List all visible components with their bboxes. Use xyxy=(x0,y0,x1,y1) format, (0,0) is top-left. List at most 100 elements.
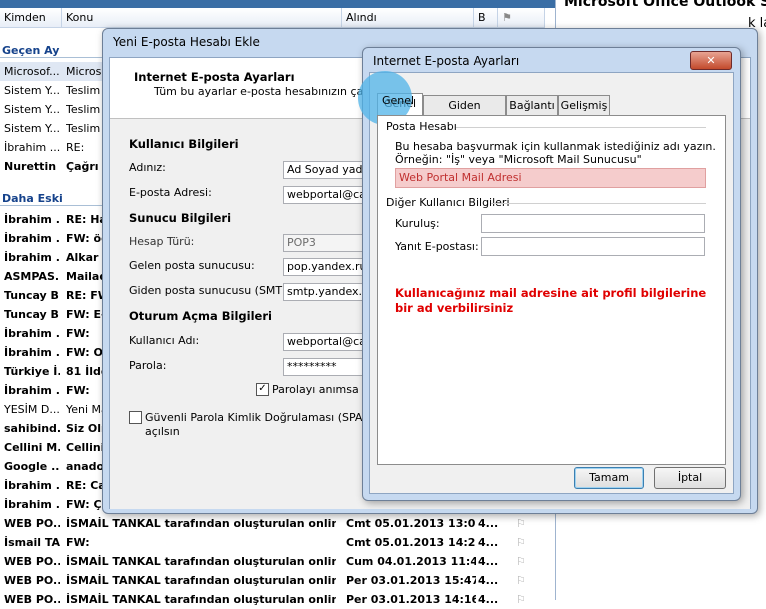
header-title: Internet E-posta Ayarları xyxy=(134,70,295,84)
spa-checkbox[interactable] xyxy=(129,411,142,424)
settings-dialog-title: Internet E-posta Ayarları xyxy=(373,54,520,68)
tab-advanced[interactable]: Gelişmiş xyxy=(558,95,610,115)
tab-connection[interactable]: Bağlantı xyxy=(506,95,558,115)
annotation-note: Kullanıcağınız mail adresine ait profil … xyxy=(395,286,707,315)
username-label: Kullanıcı Adı: xyxy=(129,334,200,347)
mail-list-header-bar xyxy=(0,0,555,8)
mail-sender: Google ... xyxy=(4,460,60,473)
reading-pane-title: Microsoft Office Outlook S xyxy=(564,0,766,10)
mail-date: Cmt 05.01.2013 13:02 xyxy=(346,517,476,530)
flag-icon[interactable]: ⚐ xyxy=(516,514,530,533)
mail-sender: Sistem Y... xyxy=(4,103,60,116)
organization-label: Kuruluş: xyxy=(395,217,440,230)
mail-sender: YESİM D... xyxy=(4,403,60,416)
remember-password-label: Parolayı anımsa xyxy=(272,383,359,396)
logon-info-heading: Oturum Açma Bilgileri xyxy=(129,309,272,323)
flag-icon: ⚑ xyxy=(502,11,512,24)
close-button[interactable]: ✕ xyxy=(690,51,732,70)
mail-size: 4... xyxy=(478,517,498,530)
account-name-field[interactable]: Web Portal Mail Adresi xyxy=(395,168,706,188)
mail-date: Cum 04.01.2013 11:49 xyxy=(346,555,476,568)
username-field[interactable]: webportal@carg xyxy=(283,333,373,351)
mail-sender: Nurettin ... xyxy=(4,160,60,173)
flag-icon[interactable]: ⚐ xyxy=(516,571,530,590)
mail-size: 4... xyxy=(478,574,498,587)
other-user-info-separator xyxy=(491,203,706,204)
reply-email-label: Yanıt E-postası: xyxy=(395,240,479,253)
mail-subject: FW: xyxy=(66,536,90,549)
organization-field[interactable] xyxy=(481,214,705,233)
ok-button[interactable]: Tamam xyxy=(574,467,644,489)
mail-date: Cmt 05.01.2013 14:22 xyxy=(346,536,476,549)
mail-sender: İsmail TA... xyxy=(4,536,60,549)
outgoing-server-label: Giden posta sunucusu (SMTP): xyxy=(129,284,297,297)
name-field[interactable]: Ad Soyad yada xyxy=(283,161,373,179)
mail-sender: WEB PO... xyxy=(4,555,60,568)
instruction-line-1: Bu hesaba başvurmak için kullanmak isted… xyxy=(395,140,716,153)
mail-sender: Sistem Y... xyxy=(4,84,60,97)
tab-outgoing-server[interactable]: Giden Sunucusu xyxy=(423,95,506,131)
incoming-server-label: Gelen posta sunucusu: xyxy=(129,259,255,272)
dialog-title: Yeni E-posta Hesabı Ekle xyxy=(113,35,260,49)
mail-sender: Cellini M... xyxy=(4,441,60,454)
mail-row[interactable]: WEB PO... İSMAİL TANKAL tarafından oluştu… xyxy=(0,552,545,571)
email-label: E-posta Adresi: xyxy=(129,186,212,199)
mail-sender: İbrahim ... xyxy=(4,251,60,264)
internet-email-settings-dialog: Internet E-posta Ayarları ✕ Genel Giden … xyxy=(358,47,741,501)
instruction-line-2: Örneğin: "İş" veya "Microsoft Mail Sunuc… xyxy=(395,153,642,166)
mail-sender: Tuncay B... xyxy=(4,289,60,302)
mail-sender: İbrahim ... xyxy=(4,479,60,492)
mail-sender: İbrahim ... xyxy=(4,384,60,397)
mail-sender: İbrahim ... xyxy=(4,213,60,226)
mail-subject: İSMAİL TANKAL tarafından oluşturulan onl… xyxy=(66,574,336,587)
column-size[interactable]: B xyxy=(474,8,498,28)
remember-password-checkbox[interactable]: ✓ xyxy=(256,383,269,396)
reply-email-field[interactable] xyxy=(481,237,705,256)
settings-dialog-body: Genel Giden Sunucusu Bağlantı Gelişmiş G… xyxy=(358,71,734,494)
account-type-label: Hesap Türü: xyxy=(129,235,195,248)
column-received[interactable]: Alındı xyxy=(342,8,474,28)
flag-icon[interactable]: ⚐ xyxy=(516,552,530,571)
mail-row[interactable]: İsmail TA... FW: Cmt 05.01.2013 14:224... ⚐ xyxy=(0,533,545,552)
mail-date: Per 03.01.2013 15:47 xyxy=(346,574,476,587)
mail-row[interactable]: WEB PO... İSMAİL TANKAL tarafından oluştu… xyxy=(0,571,545,590)
name-label: Adınız: xyxy=(129,161,166,174)
mail-sender: Microsof... xyxy=(4,65,60,78)
mail-subject: İSMAİL TANKAL tarafından oluşturulan onl… xyxy=(66,555,336,568)
close-icon: ✕ xyxy=(706,54,716,67)
mail-sender: İbrahim ... xyxy=(4,346,60,359)
email-field[interactable]: webportal@carg xyxy=(283,186,373,204)
account-type-select[interactable]: POP3 xyxy=(283,234,373,252)
mail-sender: İbrahim ... xyxy=(4,141,60,154)
mail-account-separator xyxy=(456,127,706,128)
outgoing-server-field[interactable]: smtp.yandex.ru xyxy=(283,283,373,301)
mail-sender: Türkiye İ... xyxy=(4,365,60,378)
password-label: Parola: xyxy=(129,359,167,372)
spa-label-cont: açılsın xyxy=(145,425,180,438)
mail-sender: Sistem Y... xyxy=(4,122,60,135)
tab-general-overlay: Genel xyxy=(382,94,415,107)
column-flag[interactable]: ⚑ xyxy=(498,8,545,28)
mail-sender: WEB PO... xyxy=(4,517,60,530)
mail-sender: WEB PO... xyxy=(4,574,60,587)
column-subject[interactable]: Konu xyxy=(62,8,342,28)
mail-sender: İbrahim ... xyxy=(4,327,60,340)
column-from[interactable]: Kimden xyxy=(0,8,62,28)
mail-size: 4... xyxy=(478,555,498,568)
mail-sender: İbrahim ... xyxy=(4,232,60,245)
mail-size: 4... xyxy=(478,536,498,549)
mail-sender: İbrahim ... xyxy=(4,498,60,511)
mail-row[interactable]: WEB PO... İSMAİL TANKAL tarafından oluştu… xyxy=(0,514,545,533)
password-field[interactable]: ********* xyxy=(283,358,373,376)
mail-sender: sahibind... xyxy=(4,422,60,435)
mail-subject: İSMAİL TANKAL tarafından oluşturulan onl… xyxy=(66,517,336,530)
tab-panel-general: Posta Hesabı Bu hesaba başvurmak için ku… xyxy=(377,115,726,465)
flag-icon[interactable]: ⚐ xyxy=(516,533,530,552)
mail-account-heading: Posta Hesabı xyxy=(386,120,457,133)
user-info-heading: Kullanıcı Bilgileri xyxy=(129,137,239,151)
server-info-heading: Sunucu Bilgileri xyxy=(129,211,232,225)
mail-sender: Tuncay B... xyxy=(4,308,60,321)
incoming-server-field[interactable]: pop.yandex.ru xyxy=(283,258,373,276)
cancel-button[interactable]: İptal xyxy=(654,467,726,489)
mail-sender: ASMPAS... xyxy=(4,270,60,283)
